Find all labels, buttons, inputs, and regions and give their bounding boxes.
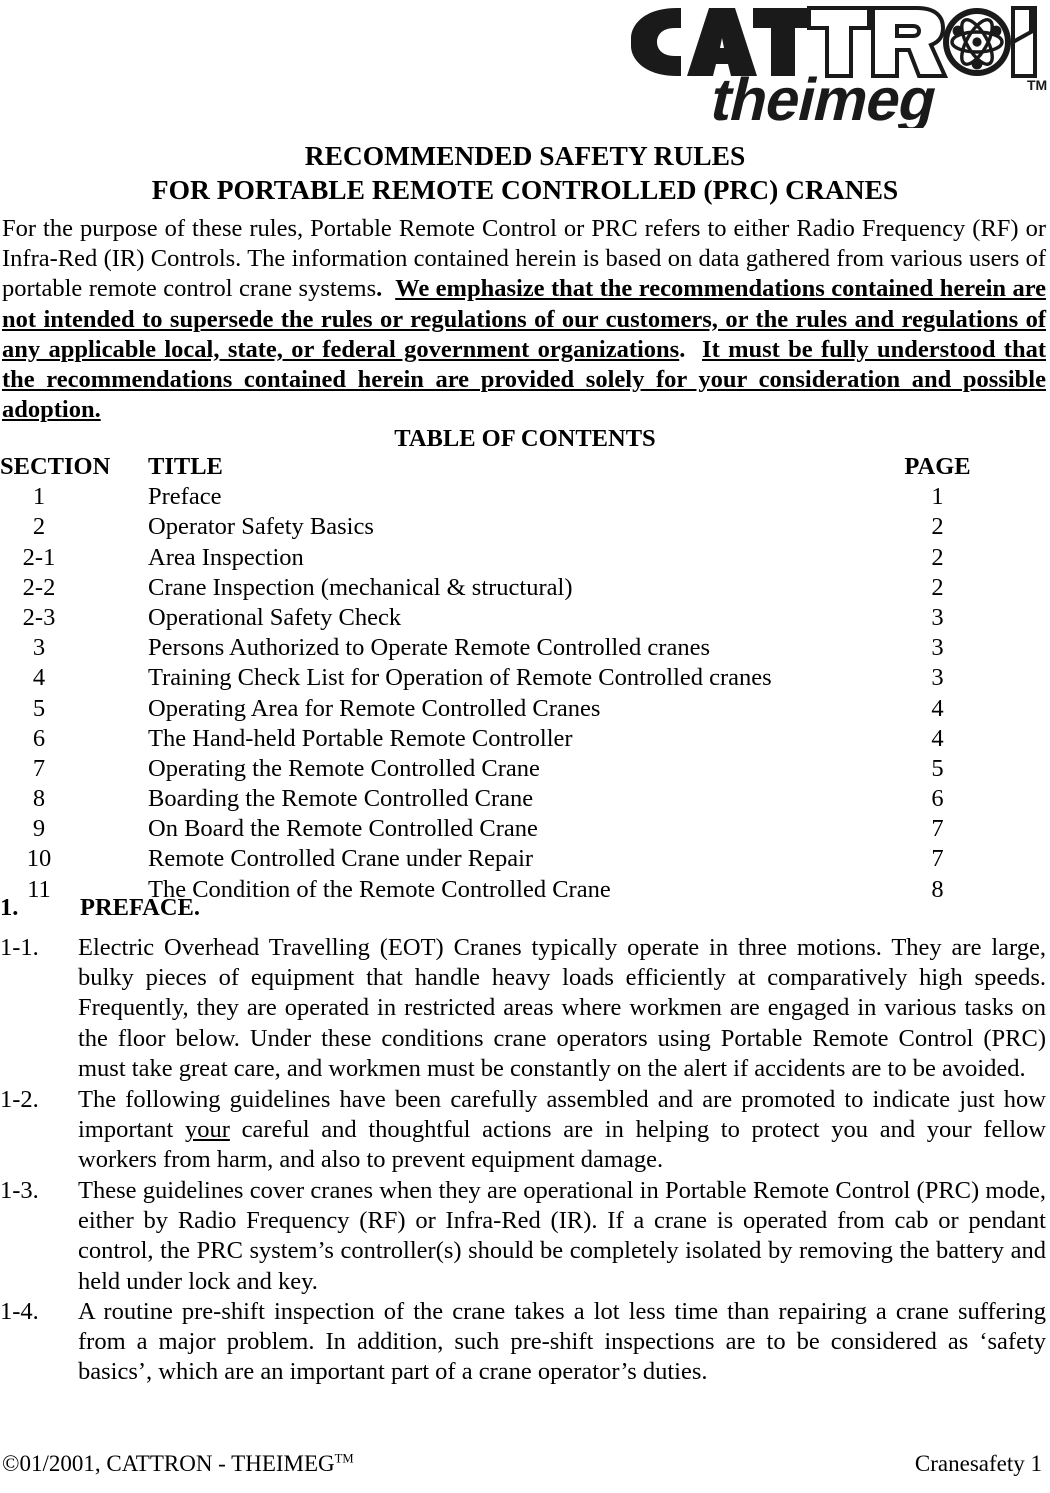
document-page: theimeg TM RECOMMENDED SAFETY RULES FOR … <box>0 0 1050 1493</box>
toc-section: 4 <box>32 664 46 692</box>
intro-plain-period: . <box>376 275 383 303</box>
toc-col-page: PAGE <box>904 453 971 480</box>
paragraph-1-3-number: 1-3. <box>0 1177 39 1204</box>
toc-page: 2 <box>931 513 944 541</box>
table-row[interactable]: 5 Operating Area for Remote Controlled C… <box>0 694 1050 724</box>
toc-page: 3 <box>931 664 944 692</box>
toc-section: 10 <box>26 845 52 873</box>
footer-page-label: Cranesafety 1 <box>914 1451 1042 1476</box>
toc-title: Operational Safety Check <box>148 603 402 631</box>
footer-copyright-text: ©01/2001, CATTRON - THEIMEG <box>2 1451 335 1476</box>
title-line-2: FOR PORTABLE REMOTE CONTROLLED (PRC) CRA… <box>151 174 899 205</box>
toc-title: Preface <box>148 483 222 511</box>
toc-col-section: SECTION <box>0 453 111 480</box>
toc-section: 2-3 <box>22 603 56 631</box>
toc-title: Operating Area for Remote Controlled Cra… <box>148 694 601 722</box>
paragraph-1-2-number: 1-2. <box>0 1086 39 1113</box>
toc-title: Crane Inspection (mechanical & structura… <box>148 573 573 601</box>
section-1-label: PREFACE. <box>80 894 200 921</box>
toc-section: 7 <box>32 754 46 782</box>
toc-section: 9 <box>32 815 46 843</box>
toc-section: 2-1 <box>22 543 56 571</box>
title-line-1: RECOMMENDED SAFETY RULES <box>304 140 746 171</box>
table-row[interactable]: 9 On Board the Remote Controlled Crane 7 <box>0 814 1050 844</box>
toc-page: 4 <box>931 694 944 722</box>
paragraph-1-3: 1-3. These guidelines cover cranes when … <box>0 1176 1046 1297</box>
toc-heading: TABLE OF CONTENTS <box>394 425 656 452</box>
toc-section: 6 <box>32 724 46 752</box>
toc-title: The Condition of the Remote Controlled C… <box>148 875 611 903</box>
toc-page: 7 <box>931 845 944 873</box>
table-row[interactable]: 2 Operator Safety Basics 2 <box>0 512 1050 542</box>
svg-text:theimeg: theimeg <box>705 66 943 128</box>
table-row[interactable]: 8 Boarding the Remote Controlled Crane 6 <box>0 784 1050 814</box>
section-1-number: 1. <box>0 894 19 921</box>
table-row[interactable]: 4 Training Check List for Operation of R… <box>0 663 1050 693</box>
paragraph-1-4-number: 1-4. <box>0 1298 39 1325</box>
table-row[interactable]: 6 The Hand-held Portable Remote Controll… <box>0 724 1050 754</box>
table-row[interactable]: 2-3 Operational Safety Check 3 <box>0 603 1050 633</box>
toc-page: 2 <box>931 543 944 571</box>
intro-paragraph: For the purpose of these rules, Portable… <box>2 214 1046 425</box>
company-logo: theimeg TM <box>617 2 1049 128</box>
toc-page: 4 <box>931 724 944 752</box>
paragraph-1-1-number: 1-1. <box>0 934 39 961</box>
logo-graphic: theimeg TM <box>631 6 1047 128</box>
paragraph-1-2: 1-2. The following guidelines have been … <box>0 1085 1046 1176</box>
toc-page: 6 <box>931 785 944 813</box>
toc-page: 3 <box>931 634 944 662</box>
toc-title: Operator Safety Basics <box>148 513 374 541</box>
toc-title: Remote Controlled Crane under Repair <box>148 845 534 873</box>
toc-page: 2 <box>931 573 944 601</box>
paragraph-1-1-text: Electric Overhead Travelling (EOT) Crane… <box>78 934 1046 1082</box>
theimeg-wordmark: theimeg <box>705 66 943 128</box>
toc-title: Training Check List for Operation of Rem… <box>148 664 772 692</box>
toc-page: 3 <box>931 603 944 631</box>
paragraph-1-2-text: The following guidelines have been caref… <box>78 1085 1046 1176</box>
table-row[interactable]: 10 Remote Controlled Crane under Repair … <box>0 844 1050 874</box>
table-of-contents: SECTION TITLE PAGE 1 Preface 1 2 Operato… <box>0 452 1050 905</box>
toc-page: 5 <box>931 754 944 782</box>
footer-trademark: TM <box>334 1451 354 1466</box>
toc-page: 7 <box>931 815 944 843</box>
paragraph-1-1: 1-1. Electric Overhead Travelling (EOT) … <box>0 933 1046 1084</box>
toc-page: 8 <box>931 875 944 903</box>
table-row[interactable]: 2-1 Area Inspection 2 <box>0 543 1050 573</box>
paragraph-1-2-emphasis: your <box>184 1116 230 1144</box>
toc-section: 1 <box>32 483 46 511</box>
page-title: RECOMMENDED SAFETY RULES FOR PORTABLE RE… <box>0 139 1050 207</box>
footer-copyright: ©01/2001, CATTRON - THEIMEGTM <box>2 1449 354 1479</box>
toc-title: Boarding the Remote Controlled Crane <box>148 785 534 813</box>
toc-title: The Hand-held Portable Remote Controller <box>148 724 573 752</box>
toc-col-title: TITLE <box>148 453 223 480</box>
toc-section: 2-2 <box>22 573 56 601</box>
toc-title: Persons Authorized to Operate Remote Con… <box>148 634 710 662</box>
toc-section: 2 <box>32 513 46 541</box>
toc-page: 1 <box>931 483 944 511</box>
paragraph-1-4-text: A routine pre-shift inspection of the cr… <box>78 1298 1046 1386</box>
toc-header-row: SECTION TITLE PAGE <box>0 452 1050 482</box>
toc-section: 8 <box>32 785 46 813</box>
toc-section: 3 <box>32 634 46 662</box>
toc-title: Area Inspection <box>148 543 304 571</box>
paragraph-1-3-text: These guidelines cover cranes when they … <box>78 1177 1046 1295</box>
toc-title: Operating the Remote Controlled Crane <box>148 754 540 782</box>
paragraph-1-4: 1-4. A routine pre-shift inspection of t… <box>0 1297 1046 1388</box>
table-row[interactable]: 7 Operating the Remote Controlled Crane … <box>0 754 1050 784</box>
table-row[interactable]: 3 Persons Authorized to Operate Remote C… <box>0 633 1050 663</box>
table-row[interactable]: 2-2 Crane Inspection (mechanical & struc… <box>0 573 1050 603</box>
table-row[interactable]: 1 Preface 1 <box>0 482 1050 512</box>
intro-separator-period: . <box>679 335 686 363</box>
toc-section: 5 <box>32 694 46 722</box>
toc-title: On Board the Remote Controlled Crane <box>148 815 538 843</box>
page-footer: ©01/2001, CATTRON - THEIMEGTM Cranesafet… <box>0 1449 1050 1481</box>
trademark-mark: TM <box>1027 77 1047 93</box>
